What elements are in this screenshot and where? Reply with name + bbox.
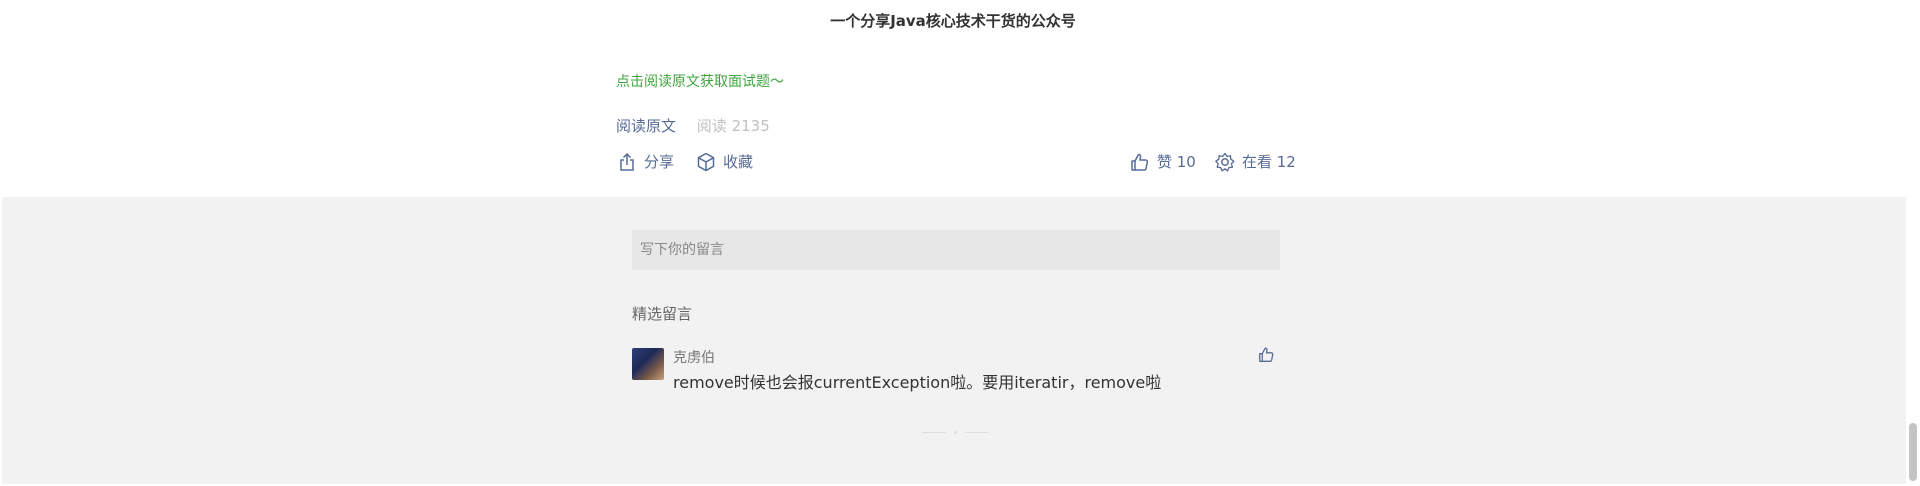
like-button[interactable]: 赞 10 (1130, 151, 1196, 172)
read-original-hint: 点击阅读原文获取面试题～ (616, 74, 784, 90)
share-label: 分享 (644, 153, 675, 171)
comment-nickname: 克虏伯 (673, 350, 715, 366)
article-footer: 一个分享Java核心技术干货的公众号 点击阅读原文获取面试题～ 阅读原文 阅读 … (0, 0, 1906, 197)
share-button[interactable]: 分享 (617, 151, 674, 172)
comment-like-button[interactable] (1258, 346, 1275, 367)
see-button[interactable]: 在看 12 (1215, 151, 1296, 172)
favorite-label: 收藏 (723, 153, 754, 171)
scrollbar-thumb[interactable] (1909, 423, 1917, 481)
read-count: 阅读 2135 (696, 117, 770, 135)
see-label: 在看 12 (1242, 153, 1296, 171)
featured-comments-title: 精选留言 (632, 305, 693, 323)
comment-section: 精选留言 克虏伯 remove时候也会报currentException啦。要用… (2, 197, 1906, 484)
avatar[interactable] (632, 348, 664, 380)
wow-flower-icon (1215, 152, 1235, 172)
cube-icon (697, 152, 715, 171)
article-tagline: 一个分享Java核心技术干货的公众号 (830, 12, 1076, 30)
like-label: 赞 10 (1157, 153, 1196, 171)
divider-dot (954, 431, 957, 434)
end-divider (922, 431, 989, 434)
read-original-link[interactable]: 阅读原文 (616, 117, 676, 135)
share-icon (620, 152, 634, 171)
comment-text: remove时候也会报currentException啦。要用iteratir，… (673, 373, 1162, 392)
favorite-button[interactable]: 收藏 (696, 151, 753, 172)
thumbs-up-icon (1131, 153, 1149, 171)
divider-line (922, 432, 946, 433)
divider-line (965, 432, 989, 433)
comment-input[interactable] (632, 230, 1280, 270)
read-row: 阅读原文 阅读 2135 (616, 115, 770, 136)
scrollbar[interactable] (1906, 0, 1920, 486)
thumbs-up-icon (1259, 347, 1274, 362)
